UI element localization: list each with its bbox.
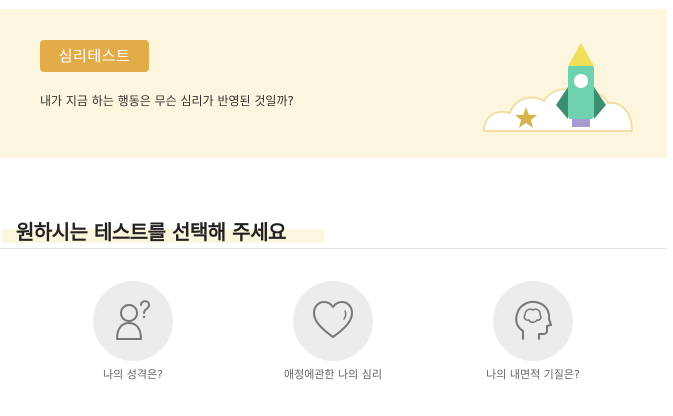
test-label: 나의 내면적 기질은?: [486, 368, 580, 381]
head-brain-icon: [515, 300, 552, 340]
heart-icon: [313, 301, 353, 338]
banner-description: 내가 지금 하는 행동은 무슨 심리가 반영된 것일까?: [40, 94, 294, 108]
rocket-nose-cone: [568, 43, 594, 66]
test-icon-circle: [493, 281, 573, 361]
person-question-icon: [116, 300, 151, 340]
rocket-base: [572, 119, 590, 127]
test-label: 애정에관한 나의 심리: [283, 368, 383, 381]
rocket-window: [574, 74, 588, 88]
section-divider: [0, 248, 667, 249]
section-title: 원하시는 테스트를 선택해 주세요: [16, 220, 287, 244]
test-option-temperament[interactable]: 나의 내면적 기질은?: [443, 281, 623, 391]
test-icon-circle: [93, 281, 173, 361]
rocket-illustration: [482, 43, 634, 132]
rocket-body: [568, 65, 594, 119]
test-option-personality[interactable]: 나의 성격은?: [43, 281, 223, 391]
psych-test-banner: 심리테스트 내가 지금 하는 행동은 무슨 심리가 반영된 것일까?: [0, 9, 667, 158]
psych-test-badge: 심리테스트: [40, 40, 149, 72]
test-icon-circle: [293, 281, 373, 361]
cloud-shape: [482, 88, 634, 132]
test-option-love[interactable]: 애정에관한 나의 심리: [243, 281, 423, 391]
test-label: 나의 성격은?: [103, 368, 163, 381]
